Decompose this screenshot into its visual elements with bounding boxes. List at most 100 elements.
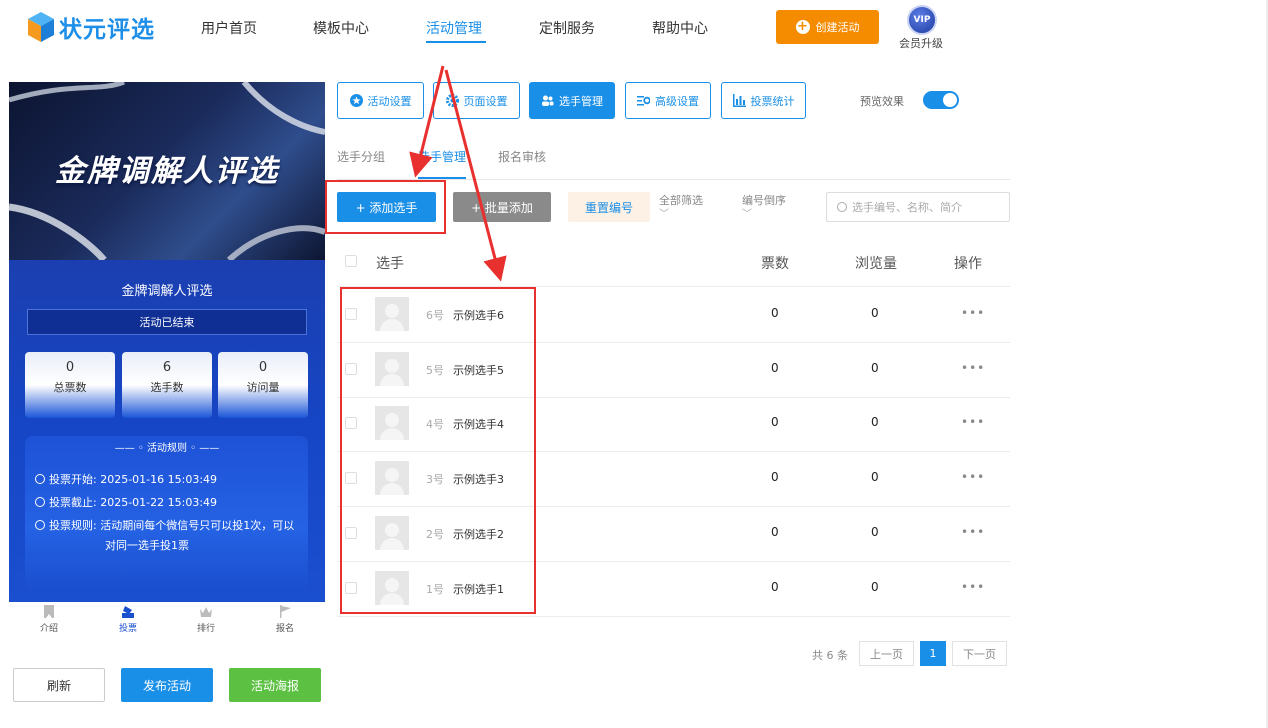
vip-badge-icon[interactable]: VIP xyxy=(907,5,937,35)
candidate-votes: 0 xyxy=(771,525,779,539)
annotation-box-add-button xyxy=(325,180,446,234)
nav-help-center[interactable]: 帮助中心 xyxy=(652,18,708,38)
candidate-views: 0 xyxy=(871,580,879,594)
col-header-ops: 操作 xyxy=(954,256,982,272)
vip-upgrade-link[interactable]: 会员升级 xyxy=(899,35,943,51)
preview-effect-toggle[interactable] xyxy=(923,91,959,109)
pagination-prev-button[interactable]: 上一页 xyxy=(859,641,914,666)
candidate-votes: 0 xyxy=(771,470,779,484)
banner-title: 金牌调解人评选 xyxy=(55,154,279,189)
gear-icon xyxy=(445,94,459,107)
stat-total-votes: 0 总票数 xyxy=(25,352,115,418)
pagination-next-button[interactable]: 下一页 xyxy=(952,641,1007,666)
bar-chart-icon xyxy=(732,94,746,107)
bookmark-icon xyxy=(44,605,54,618)
sort-number-desc-dropdown[interactable]: 编号倒序 ﹀ xyxy=(742,194,786,222)
candidate-search-input[interactable]: 选手编号、名称、简介 xyxy=(826,192,1010,222)
candidate-views: 0 xyxy=(871,525,879,539)
candidate-votes: 0 xyxy=(771,580,779,594)
info-icon xyxy=(35,520,45,530)
more-actions-icon[interactable]: ••• xyxy=(961,306,985,320)
flag-icon xyxy=(280,605,291,618)
rule-vote-rule: 投票规则: 活动期间每个微信号只可以投1次，可以 xyxy=(35,518,294,534)
col-header-candidate: 选手 xyxy=(376,256,404,272)
clock-icon xyxy=(35,474,45,484)
filter-all-dropdown[interactable]: 全部筛选 ﹀ xyxy=(659,194,703,222)
tab-page-settings[interactable]: 页面设置 xyxy=(433,82,520,119)
vote-icon xyxy=(122,606,134,618)
rules-panel xyxy=(25,436,308,590)
tab-activity-settings[interactable]: 活动设置 xyxy=(337,82,424,119)
nav-template-center[interactable]: 模板中心 xyxy=(313,18,369,38)
candidate-views: 0 xyxy=(871,361,879,375)
preview-activity-status: 活动已结束 xyxy=(27,309,307,335)
crown-icon xyxy=(200,607,212,617)
candidate-views: 0 xyxy=(871,470,879,484)
preview-tab-rank[interactable]: 排行 xyxy=(176,605,236,634)
refresh-button[interactable]: 刷新 xyxy=(13,668,105,702)
reset-numbering-button[interactable]: 重置编号 xyxy=(568,192,650,222)
rule-vote-end: 投票截止: 2025-01-22 15:03:49 xyxy=(35,495,217,511)
row-divider xyxy=(337,616,1010,617)
col-header-votes: 票数 xyxy=(761,256,789,272)
nav-custom-service[interactable]: 定制服务 xyxy=(539,18,595,38)
stat-label: 总票数 xyxy=(53,381,87,394)
rule-vote-start: 投票开始: 2025-01-16 15:03:49 xyxy=(35,472,217,488)
more-actions-icon[interactable]: ••• xyxy=(961,525,985,539)
search-icon xyxy=(837,202,847,212)
chevron-down-icon: ﹀ xyxy=(659,209,669,220)
stat-value: 0 xyxy=(258,360,268,375)
brand-logo[interactable]: 状元评选 xyxy=(26,8,155,46)
publish-activity-button[interactable]: 发布活动 xyxy=(121,668,213,702)
pagination-total: 共 6 条 xyxy=(812,649,848,662)
search-placeholder: 选手编号、名称、简介 xyxy=(852,201,962,214)
star-icon xyxy=(349,94,363,107)
preview-tab-intro[interactable]: 介绍 xyxy=(19,605,79,634)
plus-circle-icon: + xyxy=(795,19,810,34)
chevron-down-icon: ﹀ xyxy=(742,209,752,220)
sliders-icon xyxy=(637,96,650,106)
nav-active-underline xyxy=(426,41,486,43)
more-actions-icon[interactable]: ••• xyxy=(961,415,985,429)
more-actions-icon[interactable]: ••• xyxy=(961,361,985,375)
more-actions-icon[interactable]: ••• xyxy=(961,580,985,594)
candidate-votes: 0 xyxy=(771,415,779,429)
create-activity-label: 创建活动 xyxy=(815,21,860,34)
stat-visits: 0 访问量 xyxy=(218,352,308,418)
preview-tab-vote[interactable]: 投票 xyxy=(98,605,158,634)
create-activity-button[interactable]: + 创建活动 xyxy=(776,10,879,44)
users-icon xyxy=(542,95,554,106)
stat-label: 访问量 xyxy=(246,381,280,394)
col-header-views: 浏览量 xyxy=(855,256,897,272)
candidate-votes: 0 xyxy=(771,306,779,320)
annotation-box-candidate-list xyxy=(340,287,536,614)
preview-banner: 金牌调解人评选 xyxy=(9,82,325,260)
candidate-votes: 0 xyxy=(771,361,779,375)
candidate-views: 0 xyxy=(871,415,879,429)
tab-candidate-management[interactable]: 选手管理 xyxy=(529,82,615,119)
nav-user-home[interactable]: 用户首页 xyxy=(201,18,257,38)
candidate-views: 0 xyxy=(871,306,879,320)
more-actions-icon[interactable]: ••• xyxy=(961,470,985,484)
stat-value: 6 xyxy=(162,360,172,375)
toggle-knob xyxy=(943,93,957,107)
nav-activity-management[interactable]: 活动管理 xyxy=(426,18,482,38)
preview-effect-label: 预览效果 xyxy=(860,95,904,108)
rules-title: —— ◦ 活动规则 ◦ —— xyxy=(114,443,220,454)
stat-candidates: 6 选手数 xyxy=(122,352,212,418)
rule-vote-rule-cont: 对同一选手投1票 xyxy=(105,539,189,552)
subtab-registration-review[interactable]: 报名审核 xyxy=(498,148,546,165)
batch-add-button[interactable]: + 批量添加 xyxy=(453,192,551,222)
pagination-page-1[interactable]: 1 xyxy=(920,641,946,666)
subtab-candidate-groups[interactable]: 选手分组 xyxy=(337,148,385,165)
preview-activity-name: 金牌调解人评选 xyxy=(121,284,213,299)
activity-poster-button[interactable]: 活动海报 xyxy=(229,668,321,702)
brand-name: 状元评选 xyxy=(59,17,155,43)
tab-advanced-settings[interactable]: 高级设置 xyxy=(625,82,711,119)
cube-logo-icon xyxy=(28,12,54,42)
subtab-candidate-management[interactable]: 选手管理 xyxy=(418,148,466,165)
preview-tab-signup[interactable]: 报名 xyxy=(255,605,315,634)
tab-vote-statistics[interactable]: 投票统计 xyxy=(721,82,806,119)
select-all-checkbox[interactable] xyxy=(345,255,357,267)
stat-value: 0 xyxy=(65,360,75,375)
